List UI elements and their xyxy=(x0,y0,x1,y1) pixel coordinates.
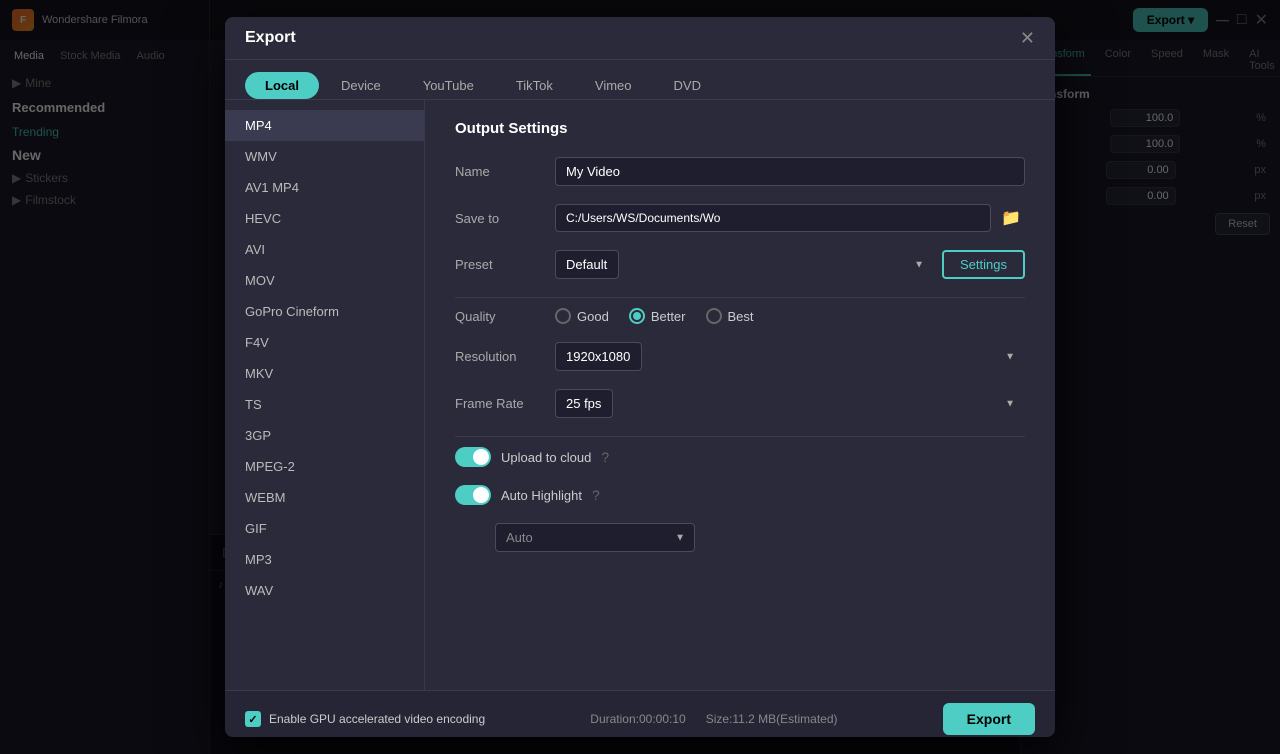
preset-row: Preset Default Settings xyxy=(455,250,1025,279)
modal-body: MP4 WMV AV1 MP4 HEVC AVI MOV GoPro Cinef… xyxy=(225,100,1055,690)
frame-rate-row: Frame Rate 25 fps 30 fps 60 fps xyxy=(455,389,1025,418)
save-to-input[interactable] xyxy=(555,204,991,232)
divider2 xyxy=(455,436,1025,437)
format-mpeg2[interactable]: MPEG-2 xyxy=(225,451,424,482)
format-mov[interactable]: MOV xyxy=(225,265,424,296)
divider1 xyxy=(455,297,1025,298)
format-wmv[interactable]: WMV xyxy=(225,141,424,172)
format-gif[interactable]: GIF xyxy=(225,513,424,544)
save-to-row: Save to 📁 xyxy=(455,204,1025,232)
quality-options: Good Better Best xyxy=(555,308,754,324)
tab-youtube[interactable]: YouTube xyxy=(403,72,494,99)
output-settings-panel: Output Settings Name Save to 📁 Prese xyxy=(425,100,1055,690)
frame-rate-label: Frame Rate xyxy=(455,396,555,411)
format-list: MP4 WMV AV1 MP4 HEVC AVI MOV GoPro Cinef… xyxy=(225,100,425,690)
quality-best-label: Best xyxy=(728,309,754,324)
save-to-label: Save to xyxy=(455,211,555,226)
frame-rate-select-wrapper: 25 fps 30 fps 60 fps xyxy=(555,389,1025,418)
tab-local[interactable]: Local xyxy=(245,72,319,99)
format-mp3[interactable]: MP3 xyxy=(225,544,424,575)
modal-title: Export xyxy=(245,29,296,47)
upload-cloud-label: Upload to cloud xyxy=(501,450,591,465)
quality-good-label: Good xyxy=(577,309,609,324)
gpu-checkbox-row: Enable GPU accelerated video encoding xyxy=(245,711,485,727)
duration-info: Duration:00:00:10 xyxy=(590,712,685,726)
auto-highlight-help-icon[interactable]: ? xyxy=(592,487,600,503)
frame-rate-select[interactable]: 25 fps 30 fps 60 fps xyxy=(555,389,613,418)
export-modal: Export ✕ Local Device YouTube TikTok Vim… xyxy=(225,17,1055,737)
quality-row: Quality Good Better Best xyxy=(455,308,1025,324)
upload-cloud-toggle-row: Upload to cloud ? xyxy=(455,447,609,467)
auto-select-wrapper: Auto xyxy=(495,523,695,552)
auto-highlight-label: Auto Highlight xyxy=(501,488,582,503)
name-row: Name xyxy=(455,157,1025,186)
quality-better[interactable]: Better xyxy=(629,308,686,324)
tab-vimeo[interactable]: Vimeo xyxy=(575,72,652,99)
radio-good-icon xyxy=(555,308,571,324)
resolution-select[interactable]: 1920x1080 1280x720 720x480 xyxy=(555,342,642,371)
preset-label: Preset xyxy=(455,257,555,272)
resolution-row: Resolution 1920x1080 1280x720 720x480 xyxy=(455,342,1025,371)
format-hevc[interactable]: HEVC xyxy=(225,203,424,234)
resolution-select-wrapper: 1920x1080 1280x720 720x480 xyxy=(555,342,1025,371)
tab-tiktok[interactable]: TikTok xyxy=(496,72,573,99)
auto-select-container: Auto xyxy=(455,523,1025,552)
quality-better-label: Better xyxy=(651,309,686,324)
format-webm[interactable]: WEBM xyxy=(225,482,424,513)
upload-cloud-row: Upload to cloud ? xyxy=(455,447,1025,467)
quality-best[interactable]: Best xyxy=(706,308,754,324)
auto-highlight-toggle[interactable] xyxy=(455,485,491,505)
browse-folder-button[interactable]: 📁 xyxy=(997,204,1025,232)
preset-select[interactable]: Default xyxy=(555,250,619,279)
format-ts[interactable]: TS xyxy=(225,389,424,420)
resolution-label: Resolution xyxy=(455,349,555,364)
quality-good[interactable]: Good xyxy=(555,308,609,324)
quality-label: Quality xyxy=(455,309,555,324)
size-info: Size:11.2 MB(Estimated) xyxy=(706,712,838,726)
format-gopro[interactable]: GoPro Cineform xyxy=(225,296,424,327)
radio-best-icon xyxy=(706,308,722,324)
modal-close-button[interactable]: ✕ xyxy=(1020,29,1035,47)
export-main-button[interactable]: Export xyxy=(943,703,1035,735)
name-input[interactable] xyxy=(555,157,1025,186)
modal-tabs: Local Device YouTube TikTok Vimeo DVD xyxy=(225,60,1055,100)
save-to-input-row: 📁 xyxy=(555,204,1025,232)
preset-select-wrapper: Default xyxy=(555,250,932,279)
tab-dvd[interactable]: DVD xyxy=(654,72,721,99)
output-settings-title: Output Settings xyxy=(455,120,1025,137)
upload-cloud-help-icon[interactable]: ? xyxy=(601,449,609,465)
format-mp4[interactable]: MP4 xyxy=(225,110,424,141)
upload-cloud-toggle[interactable] xyxy=(455,447,491,467)
preset-controls: Default Settings xyxy=(555,250,1025,279)
name-label: Name xyxy=(455,164,555,179)
modal-footer: Enable GPU accelerated video encoding Du… xyxy=(225,690,1055,737)
settings-button[interactable]: Settings xyxy=(942,250,1025,279)
format-mkv[interactable]: MKV xyxy=(225,358,424,389)
format-3gp[interactable]: 3GP xyxy=(225,420,424,451)
modal-header: Export ✕ xyxy=(225,17,1055,60)
format-avi[interactable]: AVI xyxy=(225,234,424,265)
tab-device[interactable]: Device xyxy=(321,72,401,99)
gpu-checkbox-label: Enable GPU accelerated video encoding xyxy=(269,712,485,726)
format-f4v[interactable]: F4V xyxy=(225,327,424,358)
footer-info: Duration:00:00:10 Size:11.2 MB(Estimated… xyxy=(590,712,837,726)
format-wav[interactable]: WAV xyxy=(225,575,424,606)
modal-overlay: Export ✕ Local Device YouTube TikTok Vim… xyxy=(0,0,1280,754)
format-av1mp4[interactable]: AV1 MP4 xyxy=(225,172,424,203)
gpu-checkbox[interactable] xyxy=(245,711,261,727)
auto-highlight-row: Auto Highlight ? xyxy=(455,485,1025,505)
auto-highlight-toggle-row: Auto Highlight ? xyxy=(455,485,600,505)
radio-better-icon xyxy=(629,308,645,324)
auto-select[interactable]: Auto xyxy=(495,523,695,552)
